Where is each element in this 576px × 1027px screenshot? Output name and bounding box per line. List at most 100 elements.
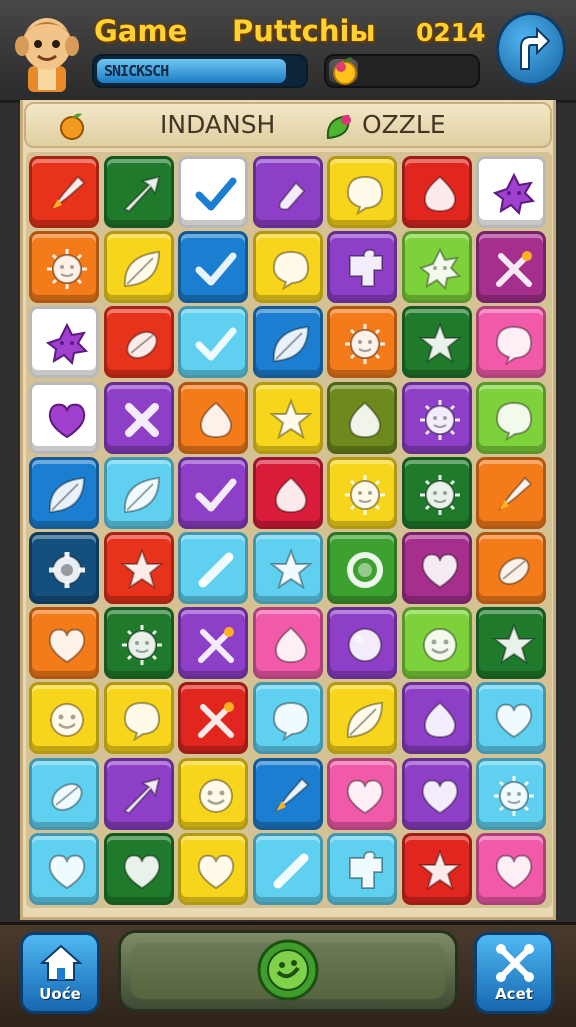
tile-r7-c5[interactable]: [327, 607, 397, 680]
tile-r7-c4[interactable]: [252, 607, 323, 680]
tile-r9-c1[interactable]: [29, 757, 99, 830]
tile-r4-c4[interactable]: [252, 381, 323, 454]
tile-r2-c1[interactable]: [29, 231, 99, 304]
tile-r3-c7[interactable]: [476, 306, 546, 379]
tile-r5-c3[interactable]: [178, 456, 248, 529]
tile-r3-c1[interactable]: [29, 306, 99, 379]
tile-r3-c5[interactable]: [327, 306, 397, 379]
tile-r7-c6[interactable]: [401, 607, 472, 680]
turn-arrow-button[interactable]: [496, 12, 566, 86]
tile-r7-c7[interactable]: [476, 607, 546, 680]
star-icon: [268, 548, 313, 590]
tile-r9-c3[interactable]: [178, 757, 248, 830]
player-avatar[interactable]: [8, 8, 86, 92]
drop-icon: [348, 401, 382, 438]
tile-r2-c5[interactable]: [327, 231, 397, 304]
puzzle-icon: [349, 249, 383, 288]
tile-r9-c7[interactable]: [476, 757, 546, 830]
tile-r4-c6[interactable]: [401, 381, 472, 454]
tile-r8-c1[interactable]: [29, 682, 99, 755]
tile-r6-c3[interactable]: [178, 532, 248, 604]
tile-r9-c4[interactable]: [252, 757, 323, 830]
tile-r6-c7[interactable]: [476, 532, 546, 604]
tile-grid: [26, 152, 552, 908]
leaf-icon: [123, 251, 160, 288]
heart-icon: [48, 628, 86, 664]
tile-r9-c6[interactable]: [401, 757, 472, 830]
tile-r1-c7[interactable]: [476, 156, 546, 228]
tile-r5-c4[interactable]: [252, 456, 323, 529]
coin-icon[interactable]: [256, 938, 320, 1002]
tile-r3-c3[interactable]: [178, 306, 248, 379]
home-label: Uoće: [39, 985, 81, 1003]
tile-r1-c1[interactable]: [29, 156, 99, 228]
heart-icon: [48, 854, 86, 889]
tile-r5-c2[interactable]: [103, 456, 174, 529]
tile-r3-c6[interactable]: [401, 306, 472, 379]
tile-r4-c7[interactable]: [476, 381, 546, 454]
tile-r1-c4[interactable]: [252, 156, 323, 228]
tile-r8-c7[interactable]: [476, 682, 546, 755]
tile-r2-c4[interactable]: [252, 231, 323, 304]
tile-r8-c5[interactable]: [327, 682, 397, 755]
action-button[interactable]: Acet: [474, 932, 554, 1014]
tile-r1-c2[interactable]: [103, 156, 174, 228]
seed-icon: [51, 782, 83, 811]
star-icon: [417, 849, 462, 891]
arrow-icon: [122, 777, 160, 814]
tile-r6-c4[interactable]: [252, 532, 323, 604]
tile-r2-c3[interactable]: [178, 231, 248, 304]
tile-r1-c3[interactable]: [178, 156, 248, 228]
tile-r10-c7[interactable]: [476, 832, 546, 905]
tile-r5-c5[interactable]: [327, 456, 397, 529]
star-icon: [492, 623, 536, 665]
tile-r7-c3[interactable]: [178, 607, 248, 680]
sun-face-icon: [345, 474, 385, 515]
tools-icon: [198, 702, 234, 739]
star-icon: [268, 397, 313, 439]
tile-r8-c3[interactable]: [178, 682, 248, 755]
leaf-icon: [326, 114, 351, 140]
tile-r4-c5[interactable]: [327, 381, 397, 454]
tile-r7-c1[interactable]: [29, 607, 99, 680]
tile-r6-c6[interactable]: [401, 532, 472, 604]
tile-r8-c2[interactable]: [103, 682, 174, 755]
tile-r5-c7[interactable]: [476, 456, 546, 529]
player-name: SNICKSCH: [104, 62, 169, 80]
check-icon: [195, 478, 237, 512]
tile-r8-c6[interactable]: [401, 682, 472, 755]
tile-r10-c3[interactable]: [178, 832, 248, 905]
game-title: Game: [94, 14, 188, 48]
tile-r6-c2[interactable]: [103, 532, 174, 604]
tile-r2-c7[interactable]: [476, 231, 546, 304]
tile-r3-c4[interactable]: [252, 306, 323, 379]
tile-r6-c1[interactable]: [29, 532, 99, 604]
banner-text-left: INDANSH: [160, 110, 276, 139]
tile-r4-c1[interactable]: [29, 381, 99, 454]
tile-r8-c4[interactable]: [252, 682, 323, 755]
tile-r4-c3[interactable]: [178, 381, 248, 454]
home-button[interactable]: Uoće: [20, 932, 100, 1014]
tile-r9-c5[interactable]: [327, 757, 397, 830]
tile-r6-c5[interactable]: [327, 532, 397, 604]
tile-r2-c2[interactable]: [103, 231, 174, 304]
sun-face-icon: [345, 324, 385, 365]
tile-r1-c6[interactable]: [401, 156, 472, 228]
tile-r1-c5[interactable]: [327, 156, 397, 228]
tile-r10-c2[interactable]: [103, 832, 174, 905]
tile-r9-c2[interactable]: [103, 757, 174, 830]
tile-r4-c2[interactable]: [103, 381, 174, 454]
star-icon: [119, 548, 164, 590]
tools-icon: [198, 627, 234, 664]
tile-r5-c6[interactable]: [401, 456, 472, 529]
tile-r10-c1[interactable]: [29, 832, 99, 905]
tile-r10-c5[interactable]: [327, 832, 397, 905]
tile-r7-c2[interactable]: [103, 607, 174, 680]
tile-r2-c6[interactable]: [401, 231, 472, 304]
heart-icon: [421, 553, 458, 589]
tile-r10-c4[interactable]: [252, 832, 323, 905]
tile-r10-c6[interactable]: [401, 832, 472, 905]
tile-r5-c1[interactable]: [29, 456, 99, 529]
tile-r3-c2[interactable]: [103, 306, 174, 379]
leaf-icon: [123, 476, 160, 513]
